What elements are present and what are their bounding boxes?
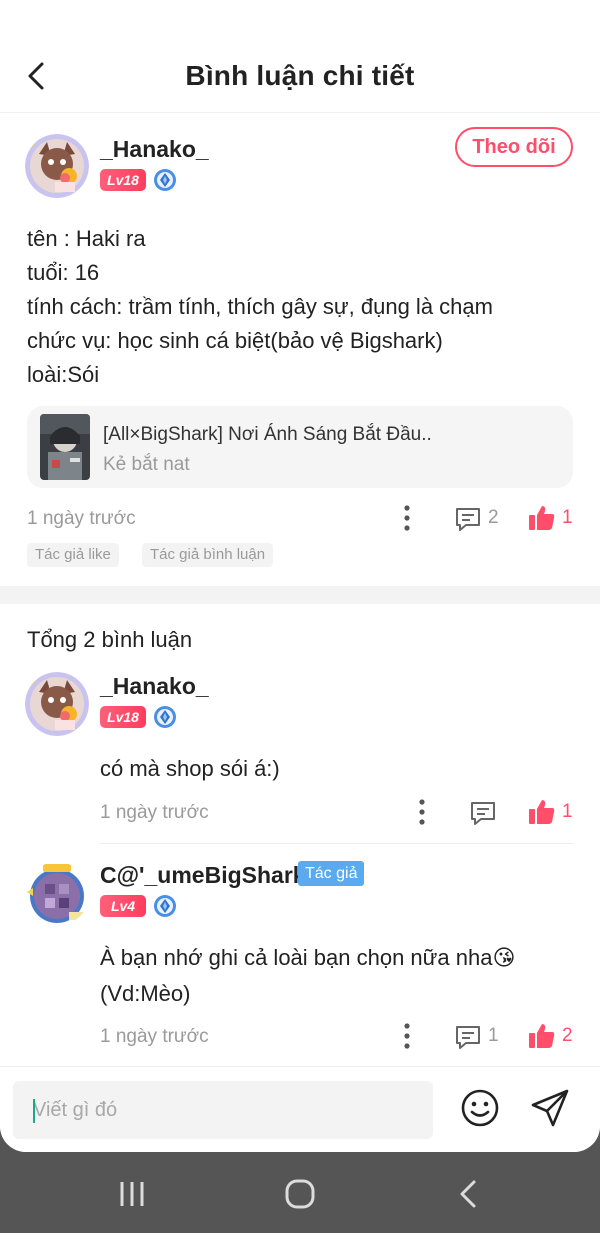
avatar-image	[25, 672, 89, 736]
main-comment-time: 1 ngày trước	[27, 508, 136, 529]
like-button[interactable]: 1	[528, 798, 576, 828]
comment-button[interactable]: 2	[454, 504, 504, 534]
level-badge: Lv4	[100, 895, 146, 917]
total-replies-label: Tổng 2 bình luận	[27, 627, 193, 652]
more-button[interactable]	[397, 1021, 417, 1051]
comment-detail-screen: Bình luận chi tiết _Hanako_ Lv18 Theo dõ…	[0, 0, 600, 1152]
avatar-image	[25, 862, 89, 926]
recent-apps-button[interactable]	[112, 1174, 152, 1214]
app-header: Bình luận chi tiết	[0, 0, 600, 112]
comment-input[interactable]	[13, 1081, 433, 1139]
reply-divider	[100, 843, 573, 844]
more-vertical-icon	[419, 799, 425, 825]
story-title: [All×BigShark] Nơi Ánh Sáng Bắt Đầu..	[103, 424, 432, 445]
story-card[interactable]: [All×BigShark] Nơi Ánh Sáng Bắt Đầu.. Kẻ…	[27, 406, 573, 488]
story-author: Kẻ bắt nat	[103, 454, 190, 475]
like-button[interactable]: 2	[528, 1022, 576, 1052]
reply-text: có mà shop sói á:)	[100, 756, 280, 781]
reply-avatar[interactable]	[25, 862, 89, 926]
comment-count: 1	[488, 1025, 499, 1046]
reply-comment-button[interactable]: 1	[454, 1022, 504, 1052]
reply-avatar[interactable]	[25, 672, 89, 736]
more-button[interactable]	[412, 797, 432, 827]
header-divider	[0, 112, 600, 113]
chevron-left-icon	[460, 1180, 476, 1208]
thumbs-up-icon	[529, 1024, 555, 1048]
home-icon	[285, 1179, 315, 1209]
page-title: Bình luận chi tiết	[185, 60, 415, 91]
diamond-icon	[153, 894, 177, 918]
comment-icon	[456, 1026, 480, 1049]
send-button[interactable]	[529, 1087, 571, 1129]
reply-time: 1 ngày trước	[100, 802, 209, 823]
tag-author-commented: Tác giả bình luận	[142, 543, 274, 567]
like-button[interactable]: 1	[528, 504, 576, 534]
send-icon	[531, 1089, 569, 1127]
main-comment-avatar[interactable]	[25, 134, 89, 198]
comment-input-bar	[0, 1066, 600, 1152]
level-badge: Lv18	[100, 706, 146, 728]
reply-username[interactable]: C@'_umeBigShark	[100, 862, 306, 889]
diamond-icon	[153, 705, 177, 729]
system-navigation-bar	[0, 1152, 600, 1233]
smiley-icon	[461, 1089, 499, 1127]
reply-username[interactable]: _Hanako_	[100, 673, 209, 700]
section-divider	[0, 586, 600, 604]
more-vertical-icon	[404, 505, 410, 531]
story-cover-image	[40, 414, 90, 480]
tag-author-liked: Tác giả like	[27, 543, 119, 567]
comment-count: 2	[488, 507, 499, 528]
main-comment-username[interactable]: _Hanako_	[100, 136, 209, 163]
like-count: 1	[562, 801, 573, 822]
emoji-button[interactable]	[459, 1087, 501, 1129]
more-button[interactable]	[397, 503, 417, 533]
like-count: 2	[562, 1025, 573, 1046]
thumbs-up-icon	[529, 506, 555, 530]
reply-comment-button[interactable]	[469, 798, 499, 828]
reply-time: 1 ngày trước	[100, 1026, 209, 1047]
main-comment-text: tên : Haki ra tuổi: 16 tính cách: trầm t…	[27, 226, 493, 387]
thumbs-up-icon	[529, 800, 555, 824]
home-button[interactable]	[280, 1174, 320, 1214]
avatar-image	[25, 134, 89, 198]
recent-apps-icon	[120, 1182, 144, 1206]
like-count: 1	[562, 507, 573, 528]
level-badge: Lv18	[100, 169, 146, 191]
comment-icon	[471, 802, 495, 825]
text-caret	[33, 1099, 35, 1123]
reply-text: À bạn nhớ ghi cả loài bạn chọn nữa nha😘 …	[100, 945, 516, 1006]
comment-icon	[456, 508, 480, 531]
follow-button[interactable]: Theo dõi	[455, 127, 573, 167]
system-back-button[interactable]	[448, 1174, 488, 1214]
more-vertical-icon	[404, 1023, 410, 1049]
diamond-icon	[153, 168, 177, 192]
author-badge: Tác giả	[298, 861, 365, 886]
